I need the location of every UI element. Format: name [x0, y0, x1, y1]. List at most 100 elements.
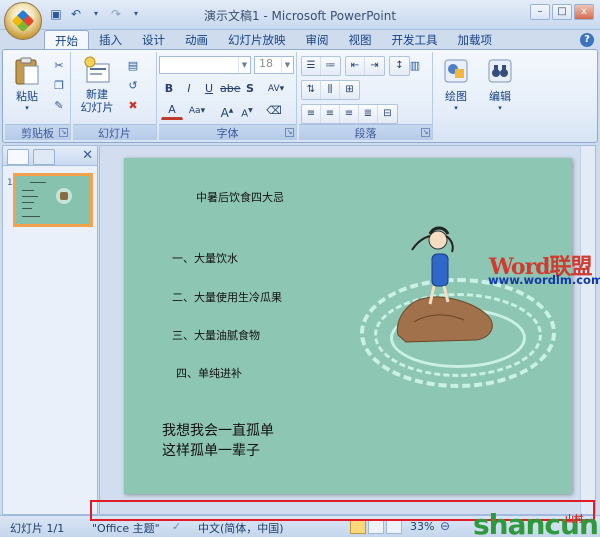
slide-item-2[interactable]: 二、大量使用生冷瓜果: [172, 289, 282, 305]
distribute-icon[interactable]: ⊟: [378, 105, 397, 123]
close-icon[interactable]: ✕: [82, 148, 93, 163]
slideshow-view-icon[interactable]: [386, 519, 402, 534]
bullets-icon[interactable]: ☰: [302, 57, 321, 75]
justify-icon[interactable]: ≣: [359, 105, 378, 123]
slide-line-2[interactable]: 这样孤单一辈子: [162, 440, 260, 460]
slide-count: 幻灯片 1/1: [10, 522, 65, 535]
tab-view[interactable]: 视图: [339, 30, 382, 50]
font-size-combo[interactable]: 18 ▼: [254, 56, 294, 74]
minimize-button[interactable]: –: [530, 4, 550, 20]
zoom-level[interactable]: 33%: [410, 520, 434, 533]
indent-buttons: ⇤ ⇥: [345, 56, 385, 76]
copy-icon[interactable]: ❐: [51, 78, 67, 94]
tab-slideshow[interactable]: 幻灯片放映: [218, 30, 296, 50]
delete-icon[interactable]: ✖: [125, 98, 141, 114]
smartart-icon[interactable]: ⊞: [340, 81, 359, 99]
editing-group: 编辑 ▾: [479, 52, 521, 140]
site-url: www.wordlm.com: [488, 273, 600, 287]
spellcheck-icon[interactable]: ✓: [172, 520, 181, 533]
text-direction-icon[interactable]: ⇅: [302, 81, 321, 99]
align-text-icon[interactable]: ⫼: [321, 81, 340, 99]
paste-label: 粘贴: [16, 90, 38, 103]
drawing-label: 绘图: [445, 90, 467, 103]
slide-title[interactable]: 中暑后饮食四大忌: [196, 189, 284, 205]
language[interactable]: 中文(简体，中国): [198, 520, 284, 536]
tab-addins[interactable]: 加载项: [448, 30, 503, 50]
theme-name[interactable]: "Office 主题": [92, 520, 160, 536]
slide-thumbnail[interactable]: [13, 173, 93, 227]
font-name-value: [160, 57, 163, 70]
slide-item-3[interactable]: 三、大量油腻食物: [172, 327, 260, 343]
layout-icon[interactable]: ▤: [125, 58, 141, 74]
office-button[interactable]: [4, 2, 42, 40]
shapes-icon: [444, 59, 468, 83]
close-button[interactable]: x: [574, 4, 594, 20]
underline-icon[interactable]: U: [201, 80, 217, 98]
drawing-group: 绘图 ▾: [435, 52, 477, 140]
columns-icon[interactable]: ▥: [407, 58, 423, 74]
font-name-combo[interactable]: ▼: [159, 56, 251, 74]
thumbnail-number: 1: [7, 178, 13, 188]
decrease-indent-icon[interactable]: ⇤: [346, 57, 365, 75]
char-spacing-icon[interactable]: AV▾: [261, 80, 291, 98]
font-dialog-launcher[interactable]: ↘: [285, 128, 294, 137]
slides-tab[interactable]: [7, 149, 29, 165]
align-left-icon[interactable]: ≡: [302, 105, 321, 123]
new-slide-button[interactable]: 新建 幻灯片: [77, 56, 117, 114]
slide-sorter-icon[interactable]: [368, 519, 384, 534]
tab-developer[interactable]: 开发工具: [382, 30, 448, 50]
editing-label: 编辑: [489, 90, 511, 103]
bold-icon[interactable]: B: [161, 80, 177, 98]
clipboard-group: 粘贴 ▾ ✂ ❐ ✎ 剪贴板 ↘: [5, 52, 71, 140]
increase-indent-icon[interactable]: ⇥: [365, 57, 384, 75]
help-icon[interactable]: ?: [580, 33, 594, 47]
title-bar: ▣ ↶ ▾ ↷ ▾ 演示文稿1 - Microsoft PowerPoint –…: [0, 0, 600, 30]
case-icon[interactable]: Aa▾: [187, 102, 207, 120]
ribbon-tabs: 开始 插入 设计 动画 幻灯片放映 审阅 视图 开发工具 加载项: [44, 30, 502, 50]
cut-icon[interactable]: ✂: [51, 58, 67, 74]
tab-insert[interactable]: 插入: [89, 30, 132, 50]
chevron-down-icon: ▾: [498, 104, 502, 112]
font-group: ▼ 18 ▼ B I U abe S AV▾ A Aa▾ A▲ A▼ ⌫ 字体 …: [159, 52, 297, 140]
slide-item-4[interactable]: 四、单纯进补: [176, 365, 242, 381]
normal-view-icon[interactable]: [350, 519, 366, 534]
clipboard-dialog-launcher[interactable]: ↘: [59, 128, 68, 137]
format-painter-icon[interactable]: ✎: [51, 98, 67, 114]
chevron-down-icon: ▾: [25, 104, 29, 112]
paragraph-dialog-launcher[interactable]: ↘: [421, 128, 430, 137]
chevron-down-icon[interactable]: ▼: [281, 57, 293, 73]
italic-icon[interactable]: I: [181, 80, 197, 98]
maximize-button[interactable]: □: [552, 4, 572, 20]
brand-sub: 山村: [565, 515, 584, 525]
align-center-icon[interactable]: ≡: [321, 105, 340, 123]
window-title: 演示文稿1 - Microsoft PowerPoint: [203, 9, 397, 23]
slides-pane: ✕ 1: [2, 145, 98, 515]
chevron-down-icon[interactable]: ▼: [238, 57, 250, 73]
new-slide-label: 新建 幻灯片: [80, 88, 114, 114]
pane-tabs: ✕: [3, 146, 97, 166]
binoculars-icon: [488, 59, 512, 83]
reset-icon[interactable]: ↺: [125, 78, 141, 94]
tab-design[interactable]: 设计: [132, 30, 175, 50]
slide-item-1[interactable]: 一、大量饮水: [172, 250, 238, 266]
paste-button[interactable]: 粘贴 ▾: [9, 56, 45, 112]
current-slide[interactable]: 中暑后饮食四大忌 一、大量饮水 二、大量使用生冷瓜果 三、大量油腻食物 四、单纯…: [124, 158, 572, 494]
slides-group: 新建 幻灯片 ▤ ↺ ✖ 幻灯片: [73, 52, 157, 140]
tab-review[interactable]: 审阅: [296, 30, 339, 50]
vertical-scrollbar[interactable]: [580, 146, 595, 514]
shadow-icon[interactable]: S: [242, 80, 258, 98]
drawing-button[interactable]: 绘图 ▾: [439, 56, 473, 112]
tab-animations[interactable]: 动画: [175, 30, 218, 50]
outline-tab[interactable]: [33, 149, 55, 165]
editing-button[interactable]: 编辑 ▾: [483, 56, 517, 112]
clear-format-icon[interactable]: ⌫: [265, 102, 283, 120]
slide-line-1[interactable]: 我想我会一直孤单: [162, 420, 274, 440]
shrink-font-icon[interactable]: A▼: [239, 102, 255, 120]
align-right-icon[interactable]: ≡: [340, 105, 359, 123]
tab-home[interactable]: 开始: [44, 30, 89, 50]
strikethrough-icon[interactable]: abe: [219, 80, 241, 98]
numbering-icon[interactable]: ≔: [321, 57, 340, 75]
grow-font-icon[interactable]: A▲: [219, 102, 235, 120]
font-color-icon[interactable]: A: [161, 102, 183, 120]
zoom-out-icon[interactable]: ⊖: [440, 519, 450, 533]
